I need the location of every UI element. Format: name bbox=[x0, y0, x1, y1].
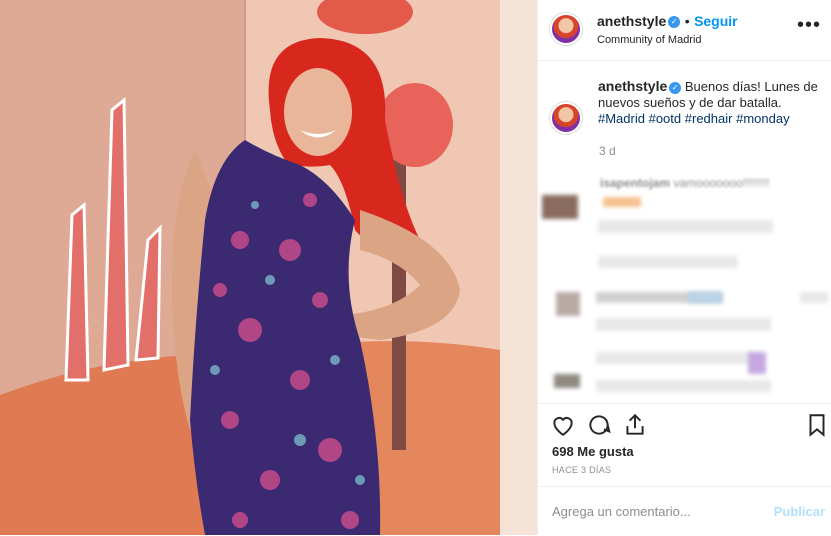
post-actions: 698 Me gusta HACE 3 DÍAS bbox=[538, 403, 831, 486]
hashtag-monday[interactable]: #monday bbox=[736, 111, 789, 126]
caption-text: anethstyle ✓ Buenos días! Lunes de nuevos… bbox=[598, 78, 826, 127]
verified-badge-icon: ✓ bbox=[669, 81, 682, 94]
comment-avatar[interactable] bbox=[554, 374, 580, 388]
follow-separator: • bbox=[684, 13, 690, 29]
username-link[interactable]: anethstyle bbox=[597, 13, 666, 29]
comment-emoji bbox=[688, 292, 723, 303]
bookmark-icon[interactable] bbox=[804, 412, 830, 438]
comment-line bbox=[598, 256, 738, 268]
more-options-icon[interactable]: ••• bbox=[797, 14, 821, 37]
comment-line bbox=[598, 220, 773, 233]
comment-emoji bbox=[603, 197, 641, 207]
comment-line bbox=[596, 352, 756, 364]
add-comment-box: Agrega un comentario... Publicar bbox=[538, 486, 831, 536]
comment-input[interactable]: Agrega un comentario... bbox=[552, 504, 691, 519]
post-photo[interactable] bbox=[0, 0, 537, 535]
comment-username[interactable]: isapentojam bbox=[600, 176, 670, 190]
location-link[interactable]: Community of Madrid bbox=[597, 34, 738, 46]
hashtag-ootd[interactable]: #ootd bbox=[649, 111, 682, 126]
comment-icon[interactable] bbox=[586, 412, 612, 438]
comments-list: isapentojam vamooooooo!!!!!!!! bbox=[538, 170, 831, 400]
verified-badge-icon: ✓ bbox=[668, 15, 681, 28]
instagram-post-modal: anethstyle ✓ • Seguir Community of Madrid… bbox=[0, 0, 831, 535]
follow-button[interactable]: Seguir bbox=[694, 13, 738, 29]
publish-button[interactable]: Publicar bbox=[774, 504, 825, 519]
comment-line bbox=[800, 292, 828, 303]
caption-time: 3 d bbox=[599, 144, 616, 158]
comment-avatar[interactable] bbox=[542, 195, 578, 219]
photo-illustration bbox=[0, 0, 537, 535]
hashtag-madrid[interactable]: #Madrid bbox=[598, 111, 645, 126]
header-text: anethstyle ✓ • Seguir Community of Madrid bbox=[597, 13, 738, 46]
caption-avatar[interactable] bbox=[550, 102, 582, 134]
comment-line bbox=[596, 380, 771, 392]
comment-line bbox=[596, 318, 771, 331]
caption-username[interactable]: anethstyle bbox=[598, 78, 667, 94]
hashtag-redhair[interactable]: #redhair bbox=[685, 111, 733, 126]
comment-avatar[interactable] bbox=[556, 292, 580, 316]
avatar[interactable] bbox=[550, 13, 582, 45]
post-timestamp[interactable]: HACE 3 DÍAS bbox=[552, 465, 611, 475]
first-comment: isapentojam vamooooooo!!!!!!!! bbox=[600, 176, 769, 190]
share-icon[interactable] bbox=[622, 412, 648, 438]
heart-icon[interactable] bbox=[550, 412, 576, 438]
comment-text: vamooooooo!!!!!!!! bbox=[673, 176, 770, 190]
likes-count[interactable]: 698 Me gusta bbox=[552, 444, 634, 459]
post-sidebar: anethstyle ✓ • Seguir Community of Madrid… bbox=[537, 0, 831, 535]
post-header: anethstyle ✓ • Seguir Community of Madrid… bbox=[538, 0, 831, 61]
comment-emoji bbox=[748, 352, 766, 374]
